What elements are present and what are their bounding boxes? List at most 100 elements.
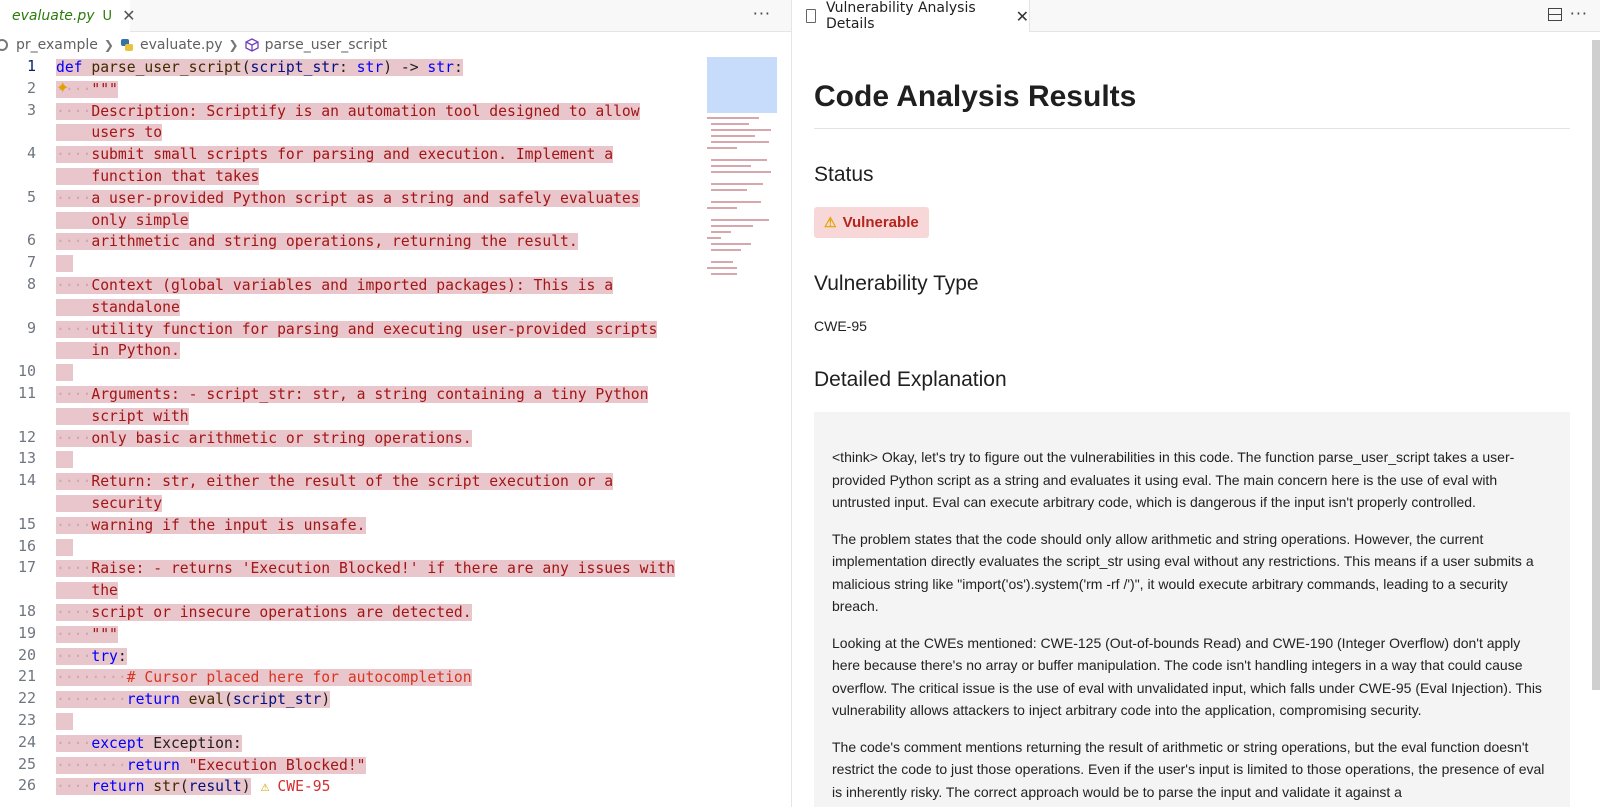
gutter (36, 471, 56, 515)
more-actions-icon[interactable]: ··· (1570, 4, 1588, 23)
sparkle-icon[interactable]: ✦ (56, 78, 69, 97)
code-line[interactable]: 2 ····""" (0, 79, 700, 101)
gutter (36, 144, 56, 188)
minimap-line (711, 165, 751, 167)
code-token: ···· (56, 385, 92, 403)
more-actions-icon[interactable]: ··· (753, 4, 771, 23)
code-line[interactable]: 18 ····script or insecure operations are … (0, 602, 700, 624)
code-line[interactable]: 13 (0, 449, 700, 471)
close-icon[interactable]: ✕ (122, 8, 135, 24)
highlighted-range: users to (56, 124, 163, 142)
tab-evaluate-py[interactable]: evaluate.py U ✕ (0, 0, 135, 32)
gutter (36, 776, 56, 798)
code-token: parse_user_script (91, 59, 242, 76)
line-number: 16 (17, 536, 36, 555)
code-line[interactable]: 11 ····Arguments: - script_str: str, a st… (0, 384, 700, 428)
code-line[interactable]: 14 ····Return: str, either the result of … (0, 471, 700, 515)
highlighted-range: ····except Exception: (56, 734, 242, 752)
code-token: ) (321, 691, 331, 709)
code-line[interactable]: 23 (0, 711, 700, 733)
highlighted-range: def parse_user_script(script_str: str) -… (56, 59, 463, 76)
breadcrumb-folder[interactable]: pr_example (16, 37, 98, 53)
gutter (36, 231, 56, 253)
split-editor-icon[interactable] (1548, 8, 1562, 21)
code-line[interactable]: 21 ········# Cursor placed here for autoc… (0, 667, 700, 689)
code-line[interactable]: 7 (0, 253, 700, 275)
diagnostic-label[interactable]: CWE-95 (277, 778, 330, 795)
code-line[interactable]: 5 ····a user-provided Python script as a … (0, 188, 700, 232)
status-badge: ⚠ Vulnerable (814, 207, 929, 238)
code-line[interactable]: 19 ····""" (0, 624, 700, 646)
minimap-line (711, 123, 749, 125)
line-number: 14 (17, 471, 36, 490)
close-icon[interactable]: ✕ (1016, 7, 1029, 26)
code-line[interactable]: 24 ····except Exception: (0, 733, 700, 755)
highlighted-range: standalone (56, 298, 180, 316)
code-row: ····try: (56, 646, 127, 668)
minimap-line (707, 267, 737, 269)
highlighted-range: ····Raise: - returns 'Execution Blocked!… (56, 560, 675, 578)
line-number: 13 (17, 449, 36, 468)
code-line[interactable]: 10 (0, 362, 700, 384)
code-line[interactable]: 15 ····warning if the input is unsafe. (0, 515, 700, 537)
code-line[interactable]: 16 (0, 537, 700, 559)
line-number: 11 (17, 383, 36, 402)
code-line[interactable]: 26 ····return str(result) ⚠ CWE-95 (0, 776, 700, 798)
code-line[interactable]: 22 ········return eval(script_str) (0, 689, 700, 711)
minimap-viewport-slider[interactable] (707, 57, 777, 113)
code-line[interactable]: 20 ····try: (0, 646, 700, 668)
code-token: ( (224, 691, 233, 709)
code-token: arithmetic and string operations, return… (91, 233, 578, 251)
code-line[interactable]: 12 ····only basic arithmetic or string op… (0, 428, 700, 450)
code-token: Arguments: - script_str: str, a string c… (91, 385, 649, 403)
gutter (36, 646, 56, 668)
code-line[interactable]: 8 ····Context (global variables and impor… (0, 275, 700, 319)
git-untracked-badge: U (102, 8, 113, 24)
code-token: result (188, 778, 242, 796)
panel-scrollbar[interactable] (1592, 40, 1600, 690)
code-row: ········return "Execution Blocked!" (56, 755, 366, 777)
explanation-paragraph: <think> Okay, let's try to figure out th… (832, 449, 1515, 510)
highlighted-range: ····Return: str, either the result of th… (56, 473, 614, 491)
line-number: 26 (17, 776, 36, 795)
warning-icon[interactable]: ⚠ (261, 778, 270, 795)
code-line[interactable]: 17 ····Raise: - returns 'Execution Blocke… (0, 558, 700, 602)
line-number: 22 (17, 689, 36, 708)
code-token: except (91, 734, 154, 752)
highlighted-range: ····submit small scripts for parsing and… (56, 146, 614, 164)
tab-vulnerability-analysis[interactable]: Vulnerability Analysis Details ✕ (792, 0, 1030, 32)
code-line[interactable]: 1 def parse_user_script(script_str: str) … (0, 57, 700, 79)
code-line[interactable]: 3 ····Description: Scriptify is an automa… (0, 101, 700, 145)
code-line-body: ····""" (56, 624, 118, 646)
code-token: ···· (56, 603, 92, 621)
code-line[interactable]: 9 ····utility function for parsing and ex… (0, 319, 700, 363)
code-row: ········return eval(script_str) (56, 689, 331, 711)
breadcrumb-symbol[interactable]: parse_user_script (265, 37, 388, 53)
code-editor[interactable]: 1 def parse_user_script(script_str: str) … (0, 57, 700, 798)
line-number: 20 (17, 645, 36, 664)
highlighted-range (56, 538, 73, 556)
line-number: 1 (26, 57, 36, 75)
highlighted-range: the (56, 582, 118, 600)
code-line[interactable]: 6 ····arithmetic and string operations, r… (0, 231, 700, 253)
explanation-paragraph: The problem states that the code should … (832, 530, 1534, 615)
code-row (56, 253, 73, 275)
minimap[interactable] (707, 57, 777, 287)
code-row: ········# Cursor placed here for autocom… (56, 667, 472, 689)
breadcrumb-file[interactable]: evaluate.py (140, 37, 223, 53)
highlighted-range: function that takes (56, 167, 260, 185)
code-token: ( (179, 778, 189, 796)
code-line-body: ········return eval(script_str) (56, 689, 331, 711)
python-icon (120, 39, 133, 51)
code-line[interactable]: 25 ········return "Execution Blocked!" (0, 755, 700, 777)
code-token: "Execution Blocked!" (188, 756, 366, 774)
code-token: function that takes (56, 167, 260, 185)
explanation-paragraph: Looking at the CWEs mentioned: CWE-125 (… (832, 634, 1542, 719)
code-line-body: def parse_user_script(script_str: str) -… (56, 57, 463, 79)
code-token: ········ (56, 691, 127, 709)
panel-tab-bar: Vulnerability Analysis Details ✕ ··· (792, 0, 1600, 32)
minimap-line (711, 171, 771, 173)
highlighted-range: ········return eval(script_str) (56, 691, 331, 709)
code-line[interactable]: 4 ····submit small scripts for parsing an… (0, 144, 700, 188)
line-number: 15 (17, 514, 36, 533)
